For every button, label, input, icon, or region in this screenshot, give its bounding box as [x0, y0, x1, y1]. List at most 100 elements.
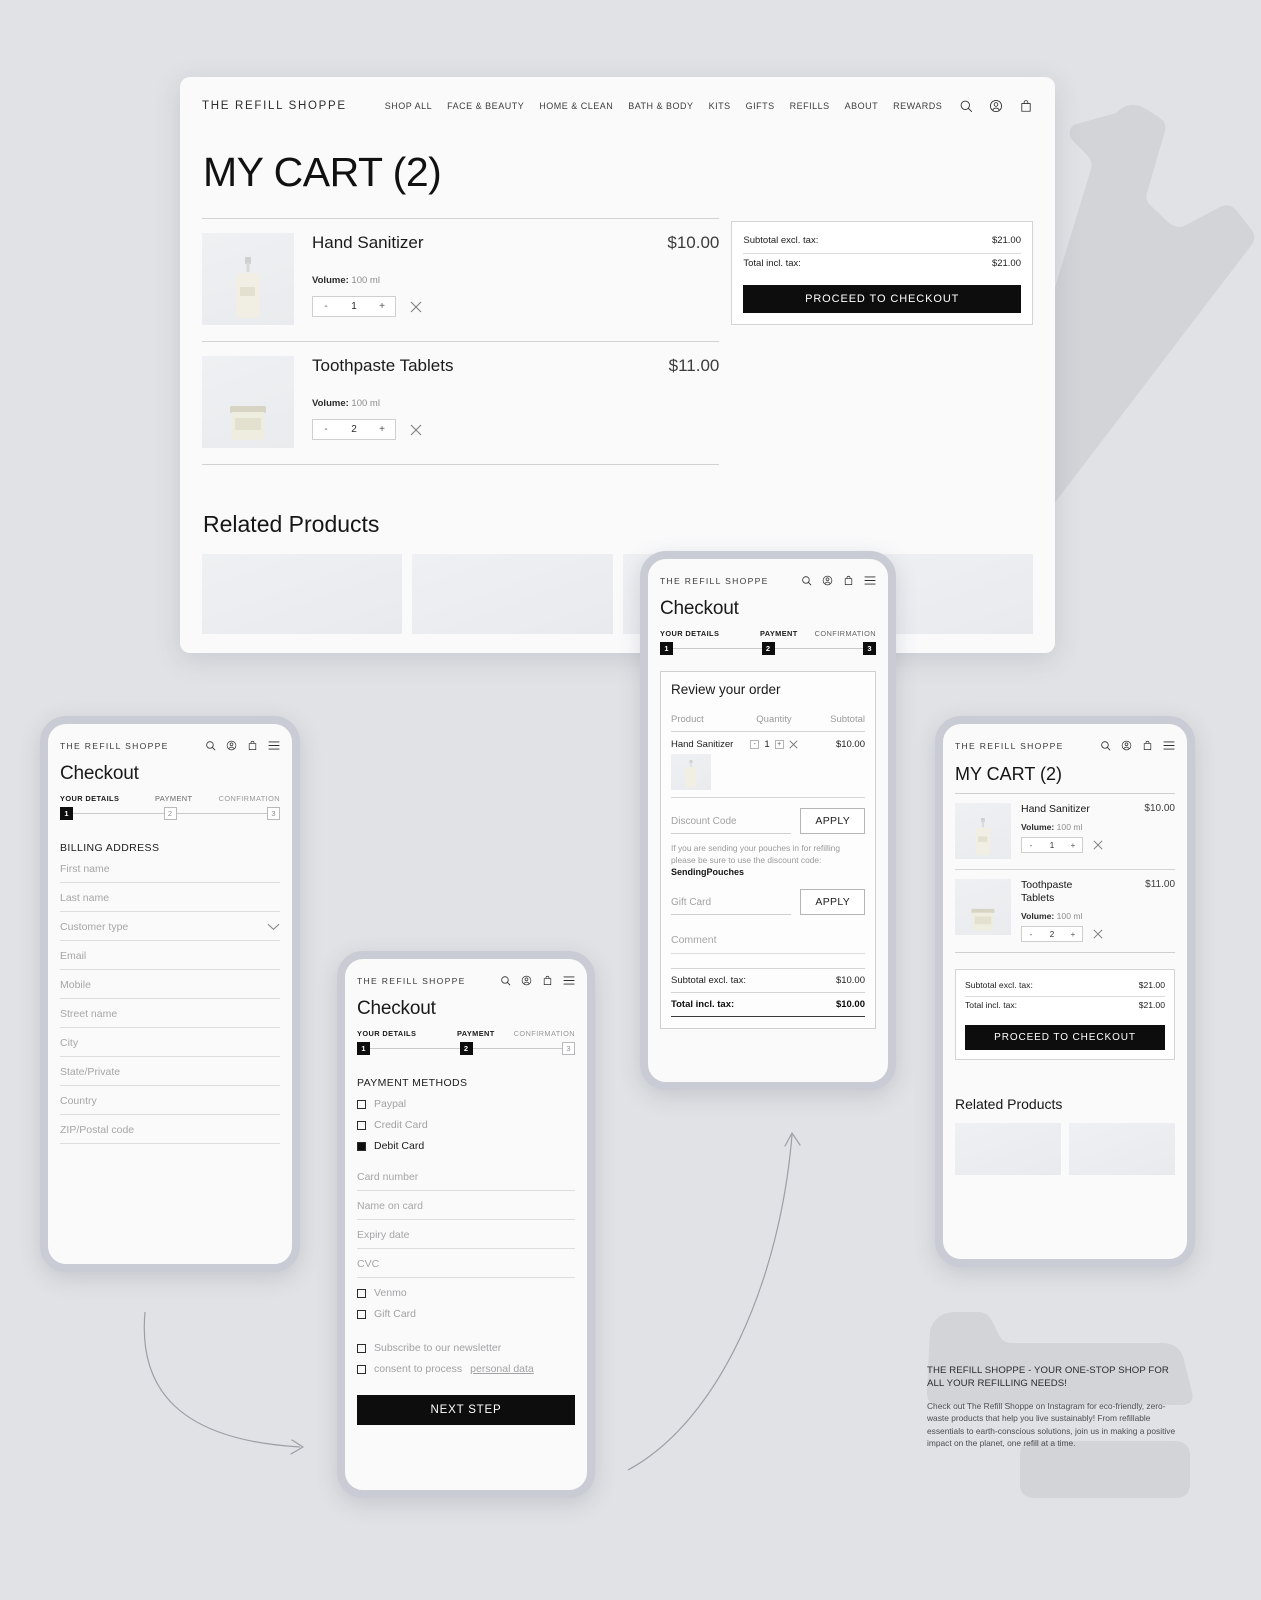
remove-item-icon[interactable] [410, 301, 422, 313]
zip-field[interactable]: ZIP/Postal code [60, 1115, 280, 1144]
step-indicator-2[interactable]: 2 [761, 642, 775, 655]
site-logo[interactable]: THE REFILL SHOPPE [202, 100, 347, 112]
decrement-button[interactable]: - [313, 424, 339, 435]
bag-icon[interactable] [542, 975, 553, 986]
proceed-to-checkout-button[interactable]: PROCEED TO CHECKOUT [743, 285, 1021, 313]
bag-icon[interactable] [247, 740, 258, 751]
checkbox-icon[interactable] [357, 1309, 366, 1319]
product-thumbnail[interactable] [202, 356, 294, 448]
newsletter-consent-checkbox[interactable]: Subscribe to our newsletter [357, 1342, 575, 1354]
street-name-field[interactable]: Street name [60, 999, 280, 1028]
product-thumbnail[interactable] [671, 754, 711, 790]
bag-icon[interactable] [1019, 99, 1033, 113]
quantity-stepper[interactable]: - 1 + [312, 296, 396, 317]
product-thumbnail[interactable] [955, 803, 1011, 859]
data-consent-checkbox[interactable]: consent to process personal data [357, 1363, 575, 1375]
related-product-card[interactable] [955, 1123, 1061, 1176]
remove-item-icon[interactable] [1093, 840, 1103, 850]
cvc-field[interactable]: CVC [357, 1249, 575, 1278]
decrement-button[interactable]: - [1022, 841, 1040, 850]
next-step-button[interactable]: NEXT STEP [357, 1395, 575, 1425]
chevron-down-icon[interactable] [267, 923, 280, 931]
step-indicator-3[interactable]: 3 [863, 642, 876, 655]
nav-link-kits[interactable]: KITS [709, 101, 731, 111]
country-field[interactable]: Country [60, 1086, 280, 1115]
decrement-button[interactable]: - [1022, 930, 1040, 939]
nav-link-shop-all[interactable]: SHOP ALL [385, 101, 432, 111]
nav-link-refills[interactable]: REFILLS [790, 101, 830, 111]
account-icon[interactable] [521, 975, 532, 986]
related-product-card[interactable] [1069, 1123, 1175, 1176]
payment-option-debit-card[interactable]: Debit Card [357, 1140, 575, 1152]
increment-button[interactable]: + [369, 301, 395, 312]
related-product-card[interactable] [202, 554, 403, 634]
first-name-field[interactable]: First name [60, 854, 280, 883]
step-indicator-1[interactable]: 1 [60, 807, 73, 820]
apply-gift-card-button[interactable]: APPLY [800, 889, 865, 916]
checkbox-icon[interactable] [357, 1364, 366, 1374]
hamburger-menu-icon[interactable] [563, 975, 575, 986]
remove-item-icon[interactable] [1093, 929, 1103, 939]
account-icon[interactable] [226, 740, 237, 751]
customer-type-select[interactable]: Customer type [60, 912, 280, 941]
apply-discount-button[interactable]: APPLY [800, 808, 865, 834]
product-name[interactable]: Hand Sanitizer [671, 739, 737, 750]
product-name[interactable]: Toothpaste Tablets [312, 356, 661, 376]
increment-button[interactable]: + [369, 424, 395, 435]
checkbox-icon[interactable] [357, 1099, 366, 1109]
name-on-card-field[interactable]: Name on card [357, 1191, 575, 1220]
proceed-to-checkout-button[interactable]: PROCEED TO CHECKOUT [965, 1025, 1165, 1051]
increment-button[interactable]: + [1064, 930, 1082, 939]
personal-data-link[interactable]: personal data [470, 1363, 534, 1375]
related-product-card[interactable] [412, 554, 613, 634]
payment-option-credit-card[interactable]: Credit Card [357, 1119, 575, 1131]
decrement-button[interactable]: - [313, 301, 339, 312]
bag-icon[interactable] [843, 575, 854, 586]
checkbox-icon[interactable] [357, 1288, 366, 1298]
comment-input[interactable]: Comment [671, 925, 865, 955]
expiry-date-field[interactable]: Expiry date [357, 1220, 575, 1249]
hamburger-menu-icon[interactable] [268, 740, 280, 751]
account-icon[interactable] [989, 99, 1003, 113]
search-icon[interactable] [801, 575, 812, 586]
increment-button[interactable]: + [774, 740, 784, 749]
remove-item-icon[interactable] [410, 424, 422, 436]
hamburger-menu-icon[interactable] [1163, 740, 1175, 751]
checkbox-icon[interactable] [357, 1343, 366, 1353]
quantity-stepper[interactable]: - 2 + [312, 419, 396, 440]
site-logo[interactable]: THE REFILL SHOPPE [955, 741, 1064, 751]
nav-link-bath-body[interactable]: BATH & BODY [628, 101, 693, 111]
nav-link-about[interactable]: ABOUT [845, 101, 879, 111]
search-icon[interactable] [500, 975, 511, 986]
nav-link-home-clean[interactable]: HOME & CLEAN [539, 101, 613, 111]
step-indicator-2[interactable]: 2 [163, 807, 177, 820]
checkbox-checked-icon[interactable] [357, 1141, 366, 1151]
state-field[interactable]: State/Private [60, 1057, 280, 1086]
hamburger-menu-icon[interactable] [864, 575, 876, 586]
payment-option-gift-card[interactable]: Gift Card [357, 1308, 575, 1320]
step-indicator-3[interactable]: 3 [562, 1042, 575, 1055]
checkbox-icon[interactable] [357, 1120, 366, 1130]
step-indicator-1[interactable]: 1 [357, 1042, 370, 1055]
gift-card-input[interactable]: Gift Card [671, 897, 792, 916]
product-thumbnail[interactable] [202, 233, 294, 325]
site-logo[interactable]: THE REFILL SHOPPE [660, 576, 769, 586]
payment-option-paypal[interactable]: Paypal [357, 1098, 575, 1110]
quantity-stepper[interactable]: - 2 + [1021, 926, 1083, 943]
account-icon[interactable] [1121, 740, 1132, 751]
site-logo[interactable]: THE REFILL SHOPPE [60, 741, 169, 751]
remove-item-icon[interactable] [789, 740, 798, 749]
step-indicator-3[interactable]: 3 [267, 807, 280, 820]
discount-code-input[interactable]: Discount Code [671, 816, 792, 834]
step-indicator-2[interactable]: 2 [459, 1042, 473, 1055]
increment-button[interactable]: + [1064, 841, 1082, 850]
product-name[interactable]: Hand Sanitizer [312, 233, 659, 253]
product-thumbnail[interactable] [955, 879, 1011, 935]
nav-link-rewards[interactable]: REWARDS [893, 101, 942, 111]
city-field[interactable]: City [60, 1028, 280, 1057]
product-name[interactable]: Toothpaste Tablets [1021, 879, 1091, 905]
search-icon[interactable] [959, 99, 973, 113]
quantity-stepper[interactable]: - 1 + [1021, 837, 1083, 854]
step-indicator-1[interactable]: 1 [660, 642, 673, 655]
bag-icon[interactable] [1142, 740, 1153, 751]
